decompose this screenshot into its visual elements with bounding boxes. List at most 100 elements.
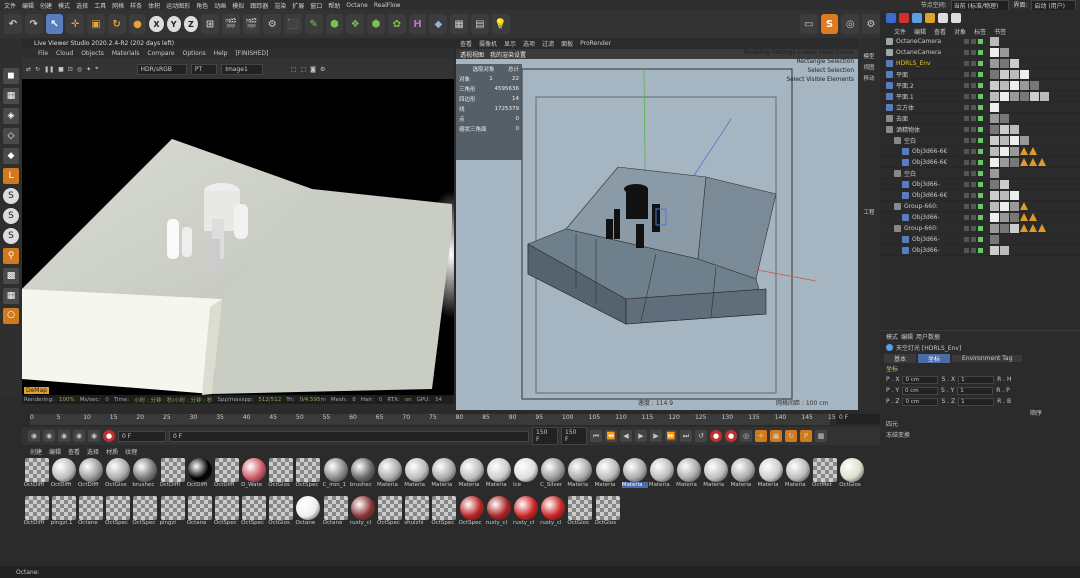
material-swatch[interactable]: Materia	[676, 458, 702, 494]
visibility-flags[interactable]	[964, 192, 990, 198]
visibility-flags[interactable]	[964, 181, 990, 187]
viewport-menu-item[interactable]: 面板	[561, 39, 573, 48]
menu-item[interactable]: 扩展	[292, 1, 304, 10]
material-tag-icon[interactable]	[1000, 124, 1009, 134]
menu-item[interactable]: 运动图形	[166, 1, 190, 10]
visibility-flags[interactable]	[964, 236, 990, 242]
light-icon[interactable]: 💡	[491, 14, 510, 34]
material-menu-item[interactable]: 创建	[30, 447, 42, 456]
pick-icon[interactable]: ⌖	[95, 65, 98, 73]
menu-item[interactable]: 跟踪器	[250, 1, 268, 10]
material-swatch[interactable]: OctSpec	[105, 496, 131, 532]
material-swatch[interactable]: Octane	[78, 496, 103, 532]
restart-icon[interactable]: ↻	[35, 66, 40, 73]
material-tag-icon[interactable]	[1010, 190, 1019, 200]
material-swatch[interactable]: Materia	[486, 458, 511, 494]
material-tag-icon[interactable]	[1000, 58, 1009, 68]
octane-s-icon[interactable]: S	[820, 14, 839, 34]
material-tag-icon[interactable]	[1029, 223, 1037, 232]
object-row[interactable]: 平面.2	[880, 80, 1080, 91]
material-tag-icon[interactable]	[990, 58, 999, 68]
material-tag-icon[interactable]	[1038, 223, 1046, 232]
pen-icon[interactable]: ✎	[304, 14, 323, 34]
om-menu-item[interactable]: 查看	[934, 27, 946, 36]
material-menu-item[interactable]: 选择	[87, 447, 99, 456]
viewport-menu-item[interactable]: 过滤	[542, 39, 554, 48]
object-row[interactable]: 立方体	[880, 102, 1080, 113]
object-row[interactable]: 空白	[880, 135, 1080, 146]
loop-icon[interactable]: ↺	[695, 430, 707, 442]
material-menu-item[interactable]: 查看	[68, 447, 80, 456]
material-tag-icon[interactable]	[990, 168, 999, 178]
material-swatch[interactable]: Materia	[567, 458, 593, 494]
coord-field[interactable]: 1	[957, 386, 994, 395]
polygon-mode-icon[interactable]: ◆	[3, 148, 19, 164]
rotate-tool-icon[interactable]: ↻	[107, 14, 126, 34]
coord-field[interactable]: 0 cm	[902, 386, 939, 395]
material-swatch[interactable]: OctDiffi	[214, 458, 239, 494]
lock-icon[interactable]: ⊡	[68, 66, 73, 73]
material-swatch[interactable]: OctGlos	[595, 496, 620, 532]
material-tag-icon[interactable]	[1010, 69, 1019, 79]
node-space-select[interactable]: 当前 (标准/物理)	[950, 0, 1010, 11]
material-swatch[interactable]: OctGlos	[268, 496, 294, 532]
material-tag-icon[interactable]	[990, 146, 999, 156]
record-icon[interactable]	[899, 13, 909, 23]
material-swatch[interactable]: Materia	[649, 458, 674, 494]
menu-item[interactable]: 选择	[76, 1, 88, 10]
material-tag-icon[interactable]	[990, 234, 999, 244]
lv-menu-item[interactable]: Compare	[147, 50, 174, 57]
lv-menu-item[interactable]: Help	[214, 50, 228, 57]
y-axis-toggle[interactable]: Y	[166, 16, 181, 32]
material-menu-item[interactable]: 编辑	[49, 447, 61, 456]
material-tag-icon[interactable]	[1000, 223, 1009, 233]
material-swatch[interactable]: OctSpec	[132, 496, 158, 532]
menu-item[interactable]: Octane	[346, 2, 368, 9]
menu-item[interactable]: 模式	[58, 1, 70, 10]
layer-icon[interactable]: ◉	[73, 430, 85, 442]
material-swatch[interactable]: brushec	[350, 458, 375, 494]
play-icon[interactable]: ▶	[635, 430, 647, 442]
material-tag-icon[interactable]	[990, 179, 999, 189]
material-swatch[interactable]: OctDiffi	[187, 458, 212, 494]
octane-camera-icon[interactable]: ◎	[841, 14, 860, 34]
attr-menu-item[interactable]: 编辑	[901, 332, 913, 341]
material-tag-icon[interactable]	[1020, 157, 1028, 166]
material-menu-item[interactable]: 纹理	[125, 447, 137, 456]
material-swatch[interactable]: OctGlos	[839, 458, 865, 494]
material-swatch[interactable]: pingzi.1	[51, 496, 76, 532]
viewport-menu-item[interactable]: 选项	[523, 39, 535, 48]
coordinate-system-icon[interactable]: ⊞	[201, 14, 219, 34]
menu-item[interactable]: 创建	[40, 1, 52, 10]
object-row[interactable]: HDRLS_Env	[880, 58, 1080, 69]
material-swatch[interactable]: rusty_cl	[513, 496, 538, 532]
material-swatch[interactable]: C_Silver	[540, 458, 566, 494]
menu-item[interactable]: 体积	[148, 1, 160, 10]
material-tag-icon[interactable]	[1030, 80, 1039, 90]
grid-key-icon[interactable]: ▦	[815, 430, 827, 442]
effector-icon[interactable]: ✿	[387, 14, 406, 34]
attr-tab[interactable]: 坐标	[918, 353, 951, 363]
material-tag-icon[interactable]	[990, 223, 999, 233]
project-tab[interactable]: 工程	[863, 208, 874, 216]
viewport-menu-item[interactable]: ProRender	[580, 40, 611, 47]
select-tool-icon[interactable]: ↖	[45, 14, 64, 34]
object-row[interactable]: 空白	[880, 168, 1080, 179]
visibility-flags[interactable]	[964, 214, 990, 220]
viewport-menu-item[interactable]: 摄像机	[479, 39, 497, 48]
object-row[interactable]: Obj3d66-	[880, 234, 1080, 245]
menu-item[interactable]: 渲染	[274, 1, 286, 10]
gear-icon[interactable]	[886, 13, 896, 23]
param-key-icon[interactable]: P	[800, 430, 812, 442]
material-tag-icon[interactable]	[1000, 190, 1009, 200]
material-swatch[interactable]: OctGlos	[105, 458, 131, 494]
menu-item[interactable]: 文件	[4, 1, 16, 10]
material-swatch[interactable]: OctSpec	[214, 496, 239, 532]
color-space-select[interactable]: HDR/sRGB	[136, 63, 187, 75]
keyframe-sel-icon[interactable]: ◎	[740, 430, 752, 442]
coord-field[interactable]: 0 cm	[902, 397, 939, 406]
material-menu-item[interactable]: 材质	[106, 447, 118, 456]
material-swatch[interactable]: Octane	[187, 496, 212, 532]
material-swatch[interactable]: Materia	[785, 458, 810, 494]
visibility-flags[interactable]	[964, 38, 990, 44]
